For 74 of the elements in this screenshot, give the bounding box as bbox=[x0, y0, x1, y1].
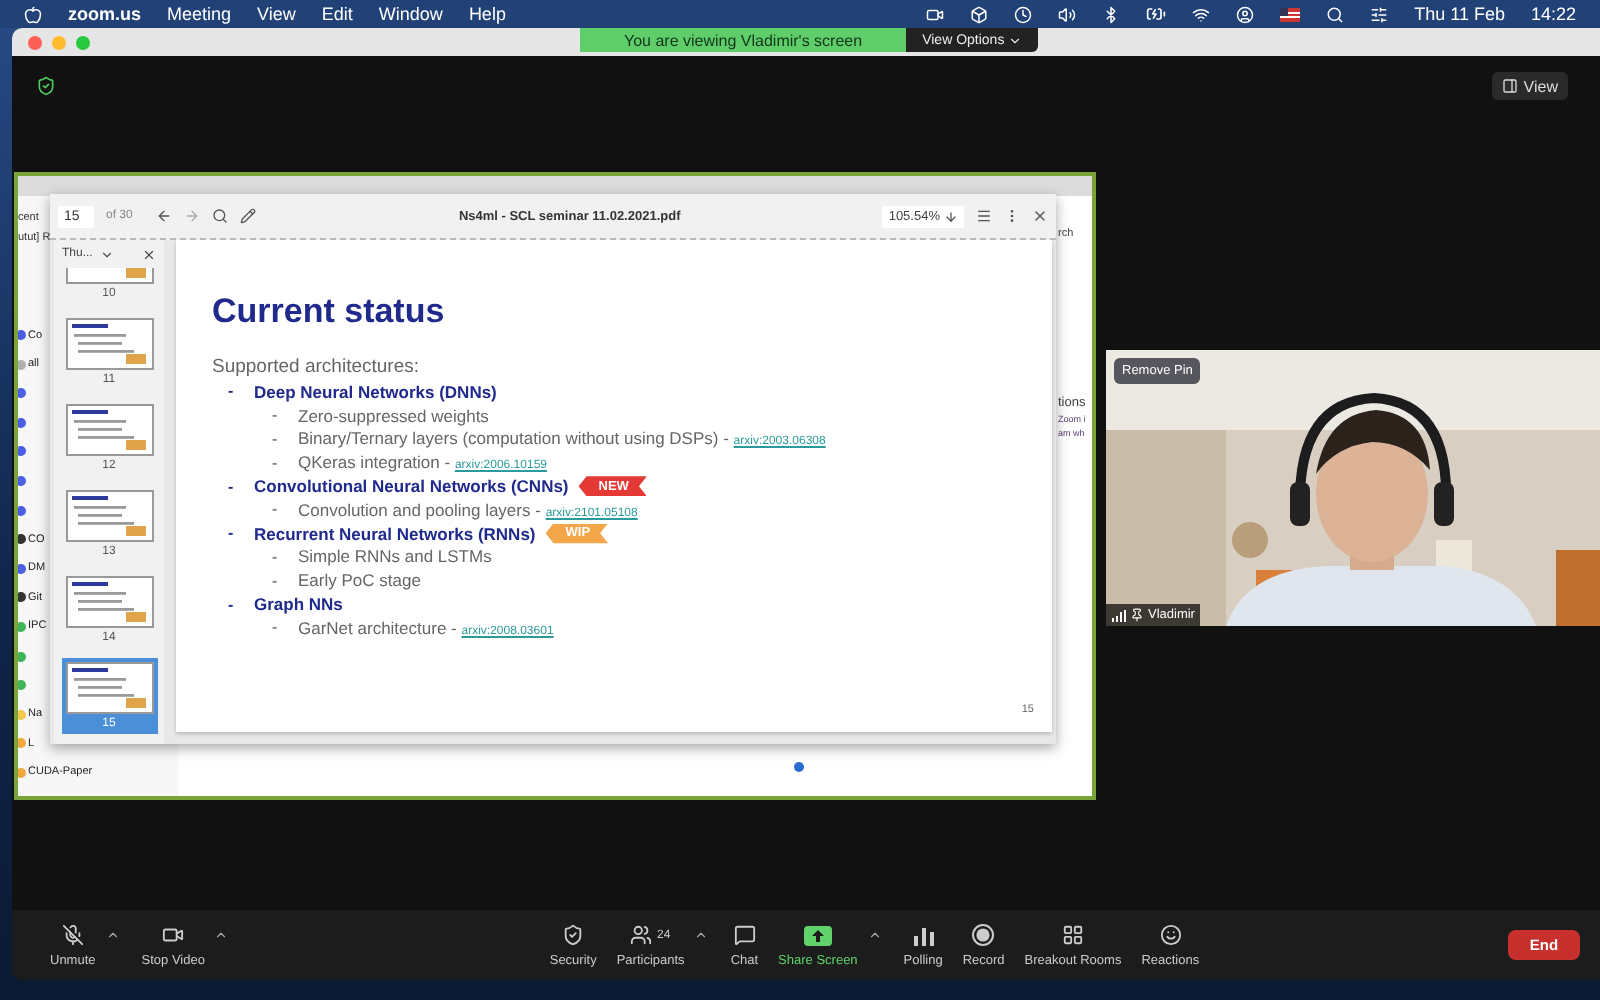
bullet-text: Deep Neural Networks (DNNs) bbox=[254, 381, 497, 402]
bullet-marker: - bbox=[228, 595, 236, 614]
menu-item[interactable]: Window bbox=[378, 4, 443, 24]
bullet-marker: - bbox=[272, 406, 280, 425]
menu-item[interactable]: Help bbox=[468, 4, 506, 24]
menu-bar-time: 14:22 bbox=[1530, 4, 1576, 24]
control-center-icon[interactable] bbox=[1370, 5, 1389, 23]
bullet-text: Recurrent Neural Networks (RNNs) bbox=[254, 523, 536, 544]
slide-text: Supported architectures: bbox=[212, 356, 422, 378]
flag-icon[interactable] bbox=[1280, 7, 1301, 21]
caret-icon bbox=[1008, 33, 1023, 47]
bullet-text: Convolutional Neural Networks (CNNs) bbox=[254, 476, 569, 497]
caret-icon[interactable] bbox=[867, 927, 882, 941]
signal-icon bbox=[1112, 609, 1126, 621]
slide-thumbnail bbox=[65, 318, 153, 370]
user-icon[interactable] bbox=[1236, 5, 1255, 23]
record-icon bbox=[972, 924, 995, 946]
back-arrow-icon[interactable] bbox=[156, 208, 173, 224]
menu-item[interactable]: View bbox=[257, 4, 296, 24]
shield-icon bbox=[562, 924, 585, 946]
caret-icon[interactable] bbox=[100, 247, 115, 261]
caret-icon[interactable] bbox=[214, 927, 229, 941]
clock-icon[interactable] bbox=[1014, 5, 1033, 23]
menu-item[interactable]: Meeting bbox=[167, 4, 232, 24]
screen-share-banner: You are viewing Vladimir's screen bbox=[580, 28, 907, 52]
box-icon[interactable] bbox=[970, 5, 989, 23]
volume-icon[interactable] bbox=[1058, 5, 1077, 23]
muted-microphone-icon bbox=[61, 924, 84, 946]
panel-icon bbox=[1501, 78, 1518, 94]
bullet-marker: - bbox=[272, 500, 280, 519]
bluetooth-icon[interactable] bbox=[1102, 5, 1121, 23]
bullet-marker: - bbox=[272, 453, 280, 472]
menu-icon[interactable] bbox=[976, 208, 992, 224]
bullet-marker: - bbox=[228, 477, 236, 496]
video-camera-icon bbox=[162, 924, 185, 946]
bar-chart-icon bbox=[913, 925, 934, 945]
slide-thumbnail bbox=[65, 662, 153, 714]
view-button[interactable]: View bbox=[1491, 72, 1568, 100]
battery-icon[interactable] bbox=[1146, 4, 1167, 24]
video-camera-icon[interactable] bbox=[926, 5, 945, 23]
bullet-text: Zero-suppressed weights bbox=[298, 405, 489, 426]
menu-item[interactable]: Edit bbox=[321, 4, 353, 24]
caret-icon[interactable] bbox=[105, 927, 120, 941]
slide-thumbnail bbox=[65, 490, 153, 542]
bullet-text: Simple RNNs and LSTMs bbox=[298, 546, 492, 567]
menu-item[interactable]: zoom.us bbox=[68, 4, 142, 24]
bullet-marker: - bbox=[272, 547, 280, 566]
close-icon[interactable] bbox=[142, 247, 156, 261]
pin-icon bbox=[1130, 608, 1144, 622]
close-icon[interactable] bbox=[1032, 208, 1048, 224]
bullet-text: Graph NNs bbox=[254, 594, 343, 615]
pencil-icon[interactable] bbox=[240, 208, 257, 224]
caret-icon[interactable] bbox=[694, 927, 709, 941]
menu-bar-date: Thu 11 Feb bbox=[1414, 4, 1505, 24]
search-icon[interactable] bbox=[212, 208, 229, 224]
share-screen-icon bbox=[803, 925, 832, 945]
chat-icon bbox=[733, 924, 756, 946]
download-icon[interactable] bbox=[944, 209, 958, 223]
bullet-marker: - bbox=[228, 382, 236, 401]
shield-icon[interactable] bbox=[36, 76, 56, 96]
bullet-marker: - bbox=[228, 524, 236, 543]
bullet-text: Early PoC stage bbox=[298, 570, 421, 591]
people-icon bbox=[630, 924, 653, 946]
dot-icon bbox=[794, 762, 804, 772]
bullet-marker: - bbox=[272, 571, 280, 590]
wifi-icon[interactable] bbox=[1192, 5, 1211, 23]
grid-icon bbox=[1061, 924, 1084, 946]
apple-icon[interactable] bbox=[24, 5, 42, 23]
bullet-marker: - bbox=[272, 618, 280, 637]
smiley-icon bbox=[1159, 924, 1182, 946]
slide-thumbnail bbox=[65, 576, 153, 628]
bullet-marker: - bbox=[272, 429, 280, 448]
slide-thumbnail bbox=[65, 404, 153, 456]
slide-title: Current status bbox=[212, 292, 447, 332]
